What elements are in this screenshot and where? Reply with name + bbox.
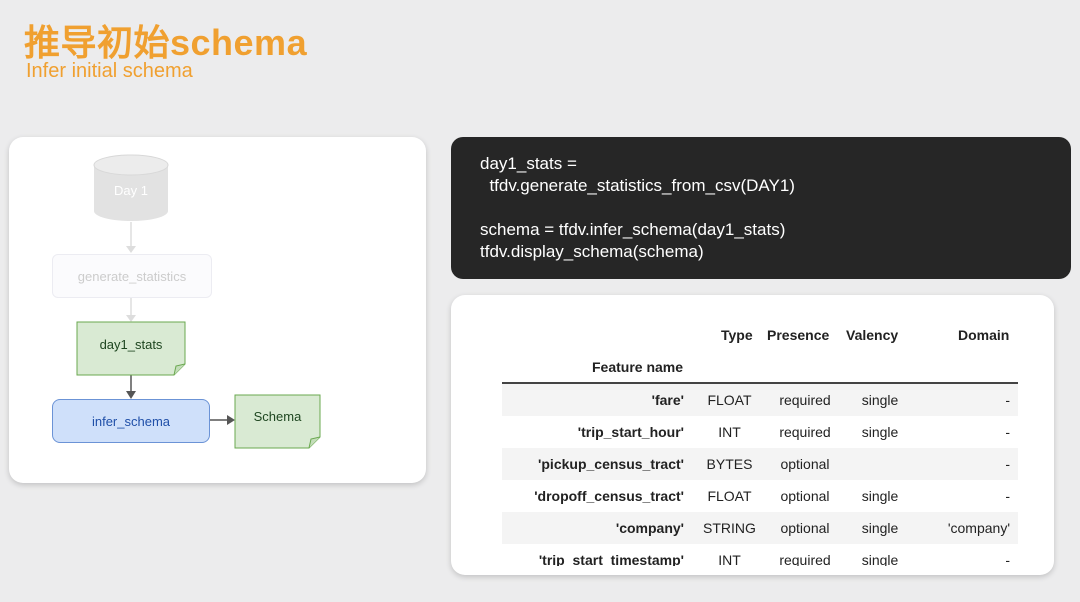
presence-cell: optional — [780, 520, 830, 536]
code-snippet: day1_stats = tfdv.generate_statistics_fr… — [480, 154, 795, 261]
valency-cell: single — [861, 424, 899, 440]
table-row: 'fare' FLOAT required single - — [502, 384, 1018, 416]
type-cell: STRING — [703, 520, 756, 536]
table-row: 'pickup_census_tract' BYTES optional - — [502, 448, 1018, 480]
header-domain: Domain — [958, 327, 1010, 343]
presence-cell: required — [779, 392, 831, 408]
valency-cell: single — [861, 488, 899, 504]
type-cell: FLOAT — [707, 488, 752, 504]
code-block-card: day1_stats = tfdv.generate_statistics_fr… — [451, 137, 1071, 279]
schema-label: Schema — [253, 409, 302, 424]
table-row: 'trip_start_timestamp' INT required sing… — [502, 544, 1018, 566]
valency-cell: single — [861, 520, 899, 536]
slide-subtitle: Infer initial schema — [26, 60, 193, 82]
presence-cell: required — [779, 552, 831, 566]
feature-name-cell: 'pickup_census_tract' — [538, 456, 684, 472]
feature-name-cell: 'dropoff_census_tract' — [534, 488, 684, 504]
domain-cell: - — [1005, 488, 1010, 504]
header-presence: Presence — [767, 327, 830, 343]
day1-label: Day 1 — [114, 183, 148, 198]
generate-statistics-box: generate_statistics — [52, 254, 212, 298]
domain-cell: - — [1005, 456, 1010, 472]
domain-cell: 'company' — [947, 520, 1010, 536]
header-feature-name: Feature name — [592, 359, 684, 375]
presence-cell: optional — [780, 456, 830, 472]
presence-cell: optional — [780, 488, 830, 504]
type-cell: FLOAT — [707, 392, 752, 408]
table-row: 'dropoff_census_tract' FLOAT optional si… — [502, 480, 1018, 512]
presence-cell: required — [779, 424, 831, 440]
slide-title: 推导初始schema — [24, 22, 308, 63]
feature-name-cell: 'trip_start_timestamp' — [538, 552, 684, 566]
domain-cell: - — [1005, 552, 1010, 566]
valency-cell: single — [861, 392, 899, 408]
table-row: 'trip_start_hour' INT required single - — [502, 416, 1018, 448]
infer-schema-box: infer_schema — [52, 399, 210, 443]
feature-name-cell: 'fare' — [651, 392, 684, 408]
feature-name-cell: 'trip_start_hour' — [577, 424, 684, 440]
type-cell: BYTES — [706, 456, 753, 472]
table-row: 'company' STRING optional single 'compan… — [502, 512, 1018, 544]
header-valency: Valency — [846, 327, 899, 343]
domain-cell: - — [1005, 424, 1010, 440]
day1-stats-label: day1_stats — [99, 337, 163, 352]
header-type: Type — [721, 327, 753, 343]
domain-cell: - — [1005, 392, 1010, 408]
type-cell: INT — [718, 552, 741, 566]
feature-name-cell: 'company' — [615, 520, 684, 536]
type-cell: INT — [718, 424, 741, 440]
valency-cell: single — [861, 552, 899, 566]
